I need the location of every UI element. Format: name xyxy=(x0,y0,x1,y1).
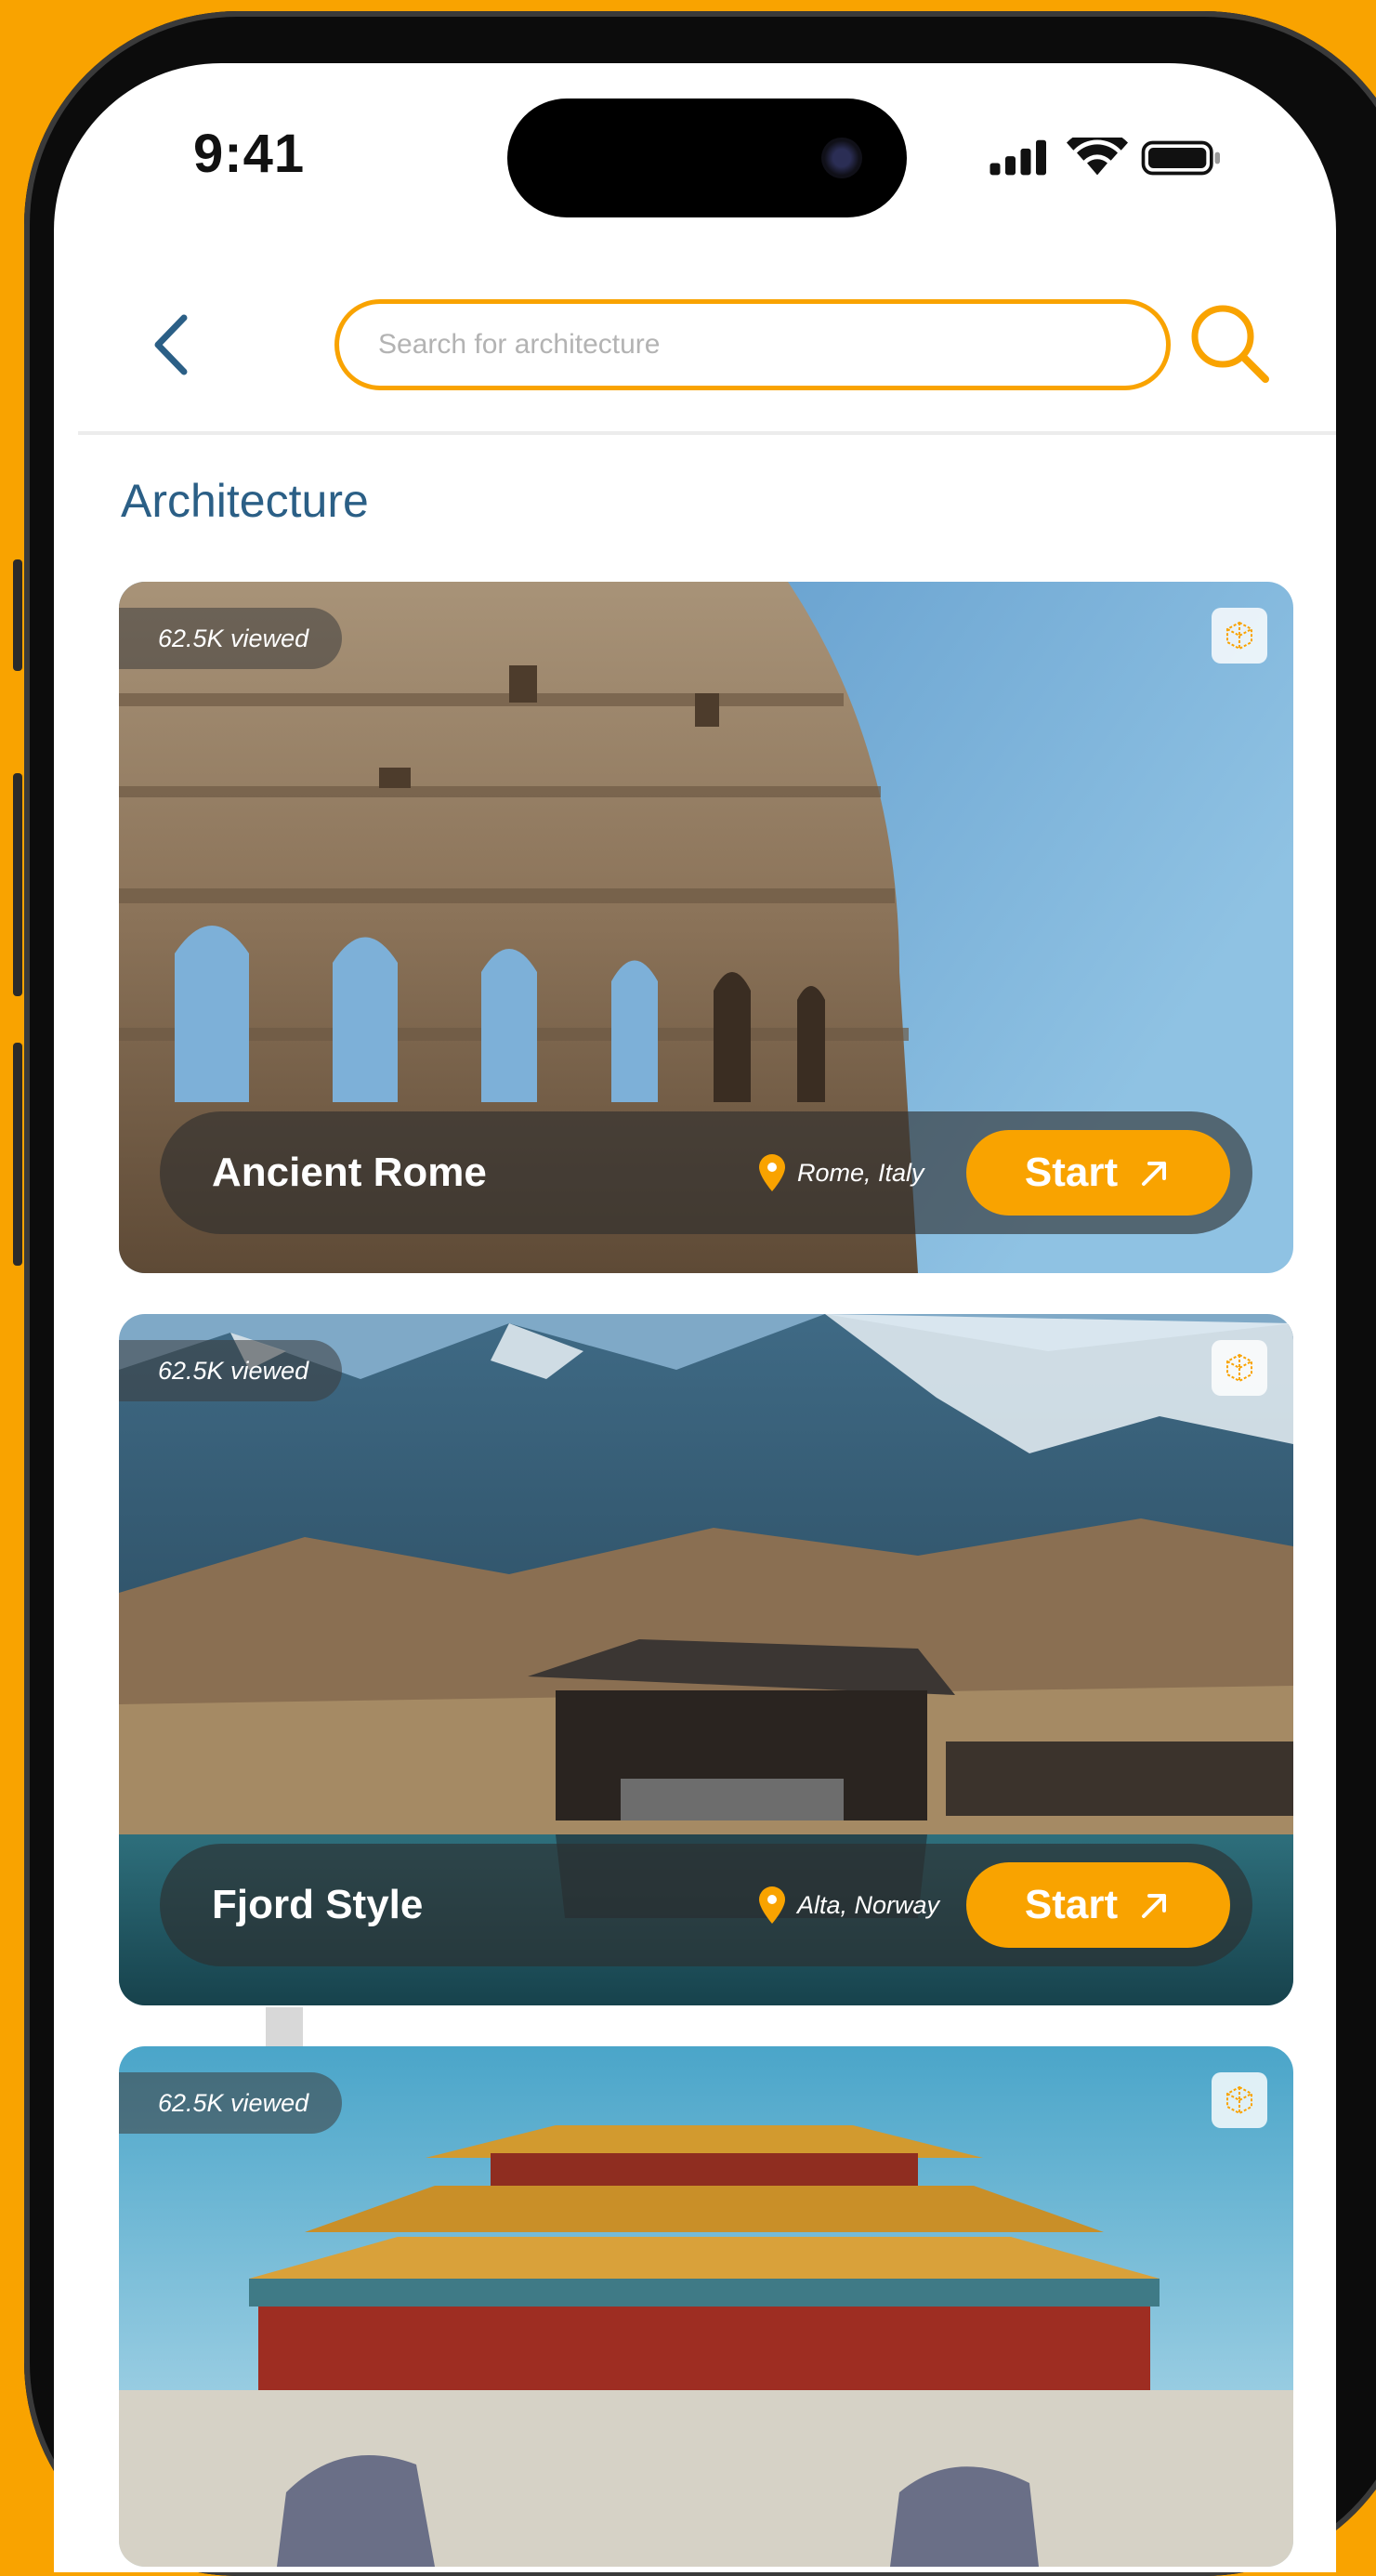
arrow-up-right-icon xyxy=(1142,1894,1167,1918)
side-button-volume-up xyxy=(13,773,22,996)
search-placeholder: Search for architecture xyxy=(378,329,661,360)
card-forbidden-city[interactable]: 62.5K viewed xyxy=(119,2046,1293,2567)
ar-cube-icon[interactable] xyxy=(1212,1340,1267,1396)
card-ancient-rome[interactable]: 62.5K viewed Ancient Rome Rome, Italy St… xyxy=(119,582,1293,1273)
card-title: Fjord Style xyxy=(212,1882,424,1927)
side-button-action xyxy=(13,559,22,671)
status-icons xyxy=(989,138,1220,176)
back-chevron-icon[interactable] xyxy=(145,312,201,377)
start-button-label: Start xyxy=(1024,1882,1119,1927)
arrow-up-right-icon xyxy=(1142,1162,1167,1186)
battery-icon xyxy=(1141,140,1220,176)
card-title: Ancient Rome xyxy=(212,1150,487,1195)
views-badge: 62.5K viewed xyxy=(119,608,343,669)
card-info-bar: Fjord Style Alta, Norway Start xyxy=(160,1844,1252,1966)
start-button-label: Start xyxy=(1024,1150,1119,1195)
status-time: 9:41 xyxy=(193,124,306,184)
views-badge: 62.5K viewed xyxy=(119,1340,343,1401)
start-button[interactable]: Start xyxy=(966,1130,1230,1216)
scroll-indicator xyxy=(266,2007,303,2050)
card-info-bar: Ancient Rome Rome, Italy Start xyxy=(160,1111,1252,1234)
dynamic-island xyxy=(507,99,907,217)
location-pin-icon xyxy=(759,1154,785,1191)
views-badge: 62.5K viewed xyxy=(119,2072,343,2134)
side-button-volume-down xyxy=(13,1043,22,1266)
card-fjord-style[interactable]: 62.5K viewed Fjord Style Alta, Norway St… xyxy=(119,1314,1293,2005)
header-bar: Search for architecture xyxy=(78,277,1336,435)
ar-cube-icon[interactable] xyxy=(1212,2072,1267,2128)
card-location: Rome, Italy xyxy=(797,1159,924,1187)
cellular-signal-icon xyxy=(989,139,1046,176)
search-input[interactable]: Search for architecture xyxy=(334,299,1171,390)
chalet xyxy=(528,1639,955,1820)
page-title: Architecture xyxy=(121,475,369,527)
start-button[interactable]: Start xyxy=(966,1862,1230,1948)
ar-cube-icon[interactable] xyxy=(1212,608,1267,664)
location-pin-icon xyxy=(759,1886,785,1924)
search-icon[interactable] xyxy=(1184,297,1277,390)
wifi-icon xyxy=(1067,138,1128,176)
card-location: Alta, Norway xyxy=(797,1891,940,1919)
camera-icon xyxy=(821,138,862,178)
